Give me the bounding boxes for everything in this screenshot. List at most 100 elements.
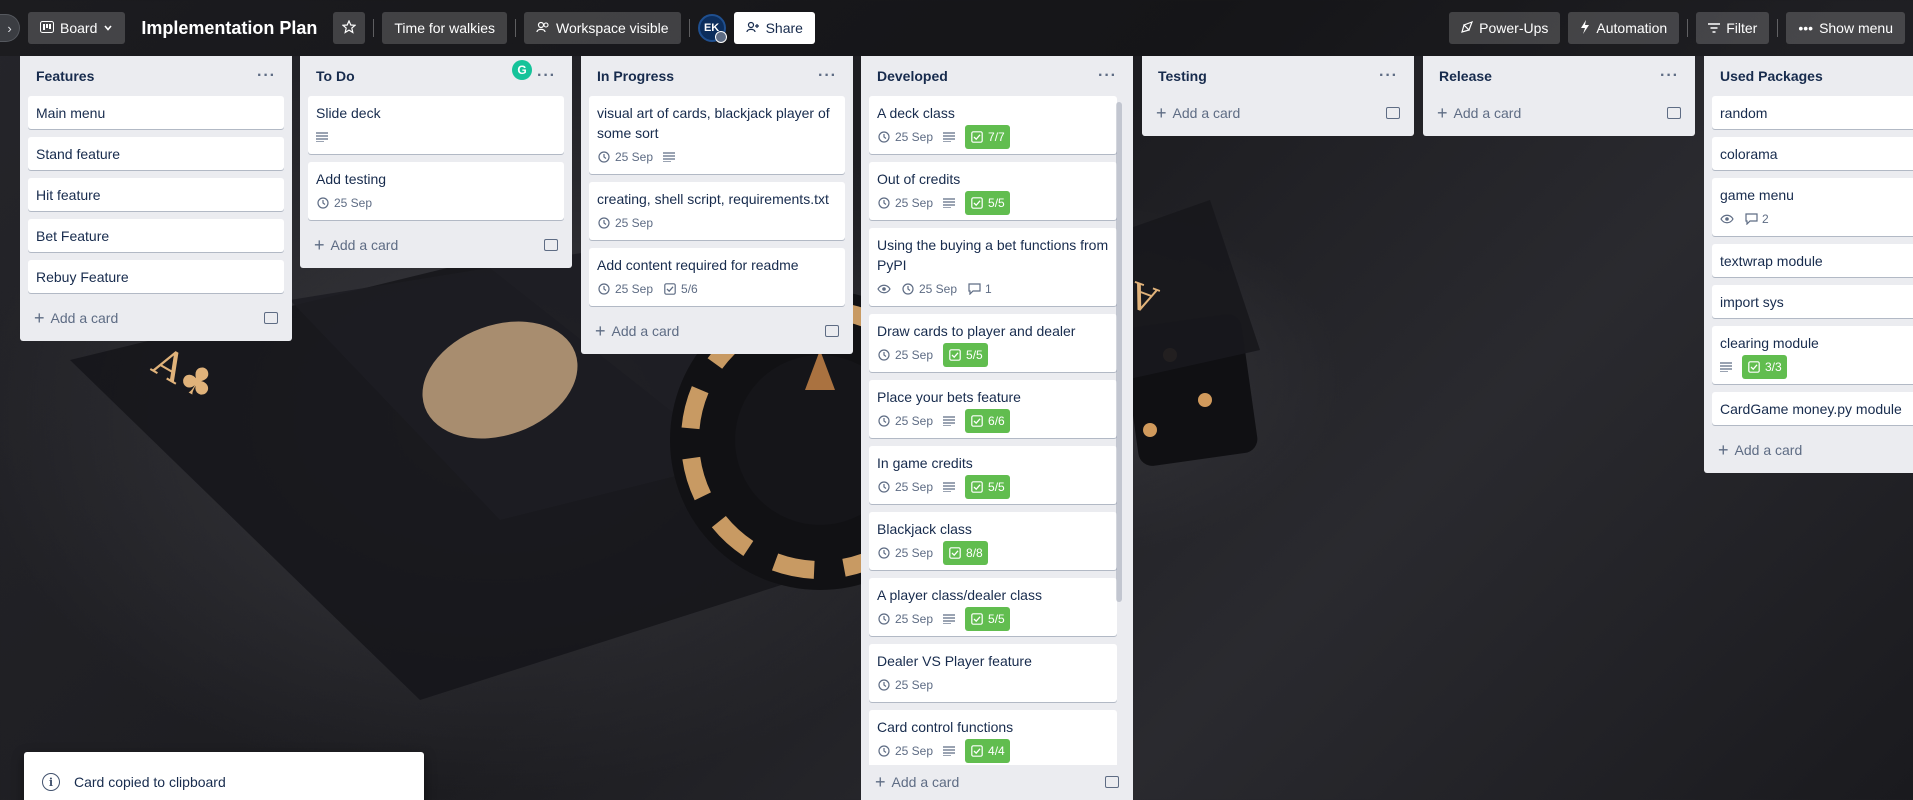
card-import-sys[interactable]: import sys [1712,285,1913,318]
comment-count: 1 [985,282,992,296]
grammarly-icon[interactable]: G [512,60,532,80]
add-card-button[interactable]: + Add a card [595,321,679,342]
card-colorama[interactable]: colorama [1712,137,1913,170]
more-icon[interactable]: ··· [1379,67,1398,85]
card-bet-feature[interactable]: Bet Feature [28,219,284,252]
add-card-button[interactable]: + Add a card [1437,103,1521,124]
admin-badge-icon [714,31,727,43]
add-card-button[interactable]: + Add a card [314,235,398,256]
more-icon[interactable]: ··· [818,67,837,85]
checklist-icon [970,130,984,144]
share-button[interactable]: Share [733,12,815,44]
card-badges: 25 Sep [597,212,837,234]
list-title[interactable]: Release [1439,68,1492,84]
card-game-menu[interactable]: game menu 2 [1712,178,1913,236]
card-add-content-required-for-readme[interactable]: Add content required for readme 25 Sep 5/6 [589,248,845,306]
add-card-button[interactable]: + Add a card [875,772,959,793]
filter-button[interactable]: Filter [1696,12,1770,44]
add-card-button[interactable]: + Add a card [1718,440,1802,461]
list-title[interactable]: In Progress [597,68,674,84]
card-out-of-credits[interactable]: Out of credits 25 Sep 5/5 [869,162,1117,220]
card-stand-feature[interactable]: Stand feature [28,137,284,170]
add-card-button[interactable]: + Add a card [34,308,118,329]
card-dealer-vs-player-feature[interactable]: Dealer VS Player feature 25 Sep [869,644,1117,702]
card-hit-feature[interactable]: Hit feature [28,178,284,211]
card-using-the-buying-a-bet-functions-from-pypi[interactable]: Using the buying a bet functions from Py… [869,228,1117,306]
create-from-template-icon[interactable] [1386,107,1400,119]
more-icon[interactable]: ··· [257,67,276,85]
create-from-template-icon[interactable] [1667,107,1681,119]
card-place-your-bets-feature[interactable]: Place your bets feature 25 Sep 6/6 [869,380,1117,438]
clock-icon [877,196,891,210]
workspace-button[interactable]: Time for walkies [382,12,508,44]
add-member-icon [745,20,760,36]
card-card-control-functions[interactable]: Card control functions 25 Sep 4/4 [869,710,1117,765]
due-date-badge[interactable]: 25 Sep [877,127,933,147]
card-title: CardGame money.py module [1720,401,1902,417]
due-date-badge[interactable]: 25 Sep [597,279,653,299]
add-card-row: + Add a card [1431,96,1687,130]
more-icon[interactable]: ··· [1660,67,1679,85]
due-date-badge[interactable]: 25 Sep [316,193,372,213]
more-icon[interactable]: ··· [537,67,556,85]
due-date-badge[interactable]: 25 Sep [597,147,653,167]
card-creating-shell-script-requirements-txt[interactable]: creating, shell script, requirements.txt… [589,182,845,240]
due-date-badge[interactable]: 25 Sep [877,675,933,695]
due-date-badge[interactable]: 25 Sep [877,543,933,563]
card-textwrap-module[interactable]: textwrap module [1712,244,1913,277]
card-badges: 25 Sep 5/5 [877,191,1109,215]
list-title[interactable]: Features [36,68,94,84]
list-title[interactable]: Developed [877,68,948,84]
automation-button[interactable]: Automation [1568,12,1680,44]
card-rebuy-feature[interactable]: Rebuy Feature [28,260,284,293]
card-main-menu[interactable]: Main menu [28,96,284,129]
add-card-button[interactable]: + Add a card [1156,103,1240,124]
sidebar-toggle-button[interactable]: › [0,14,20,42]
create-from-template-icon[interactable] [544,239,558,251]
star-button[interactable] [333,12,366,44]
create-from-template-icon[interactable] [264,312,278,324]
board-view-switcher[interactable]: Board [28,12,126,44]
power-ups-button[interactable]: Power-Ups [1449,12,1561,44]
create-from-template-icon[interactable] [825,325,839,337]
card-draw-cards-to-player-and-dealer[interactable]: Draw cards to player and dealer 25 Sep 5/5 [869,314,1117,372]
due-date-badge[interactable]: 25 Sep [877,411,933,431]
list-title[interactable]: Testing [1158,68,1207,84]
card-slide-deck[interactable]: Slide deck [308,96,564,154]
avatar[interactable]: EK [697,14,727,43]
card-visual-art-of-cards-blackjack-player-of-some-sort[interactable]: visual art of cards, blackjack player of… [589,96,845,174]
card-in-game-credits[interactable]: In game credits 25 Sep 5/5 [869,446,1117,504]
due-date-badge[interactable]: 25 Sep [877,609,933,629]
checklist-badge: 4/4 [965,739,1010,763]
more-icon[interactable]: ··· [1098,67,1117,85]
create-from-template-icon[interactable] [1105,776,1119,788]
card-cardgame-money-py-module[interactable]: CardGame money.py module [1712,392,1913,425]
list-title[interactable]: Used Packages [1720,68,1823,84]
checklist-count: 5/5 [988,612,1005,626]
card-badges: 25 Sep 5/5 [877,607,1109,631]
list-used-packages: Used Packages··· random colorama game menu 2… [1704,56,1913,473]
due-date-badge[interactable]: 25 Sep [877,477,933,497]
due-date-badge[interactable]: 25 Sep [901,279,957,299]
due-date-badge[interactable]: 25 Sep [597,213,653,233]
card-blackjack-class[interactable]: Blackjack class 25 Sep 8/8 [869,512,1117,570]
due-date: 25 Sep [615,150,654,164]
card-a-deck-class[interactable]: A deck class 25 Sep 7/7 [869,96,1117,154]
card-a-player-class-dealer-class[interactable]: A player class/dealer class 25 Sep 5/5 [869,578,1117,636]
clock-icon [901,282,915,296]
scrollbar[interactable] [1116,102,1122,602]
list-title[interactable]: To Do [316,68,355,84]
card-random[interactable]: random [1712,96,1913,129]
card-add-testing[interactable]: Add testing 25 Sep [308,162,564,220]
board-title[interactable]: Implementation Plan [133,18,325,39]
show-menu-button[interactable]: ••• Show menu [1786,12,1905,44]
due-date-badge[interactable]: 25 Sep [877,193,933,213]
visibility-button[interactable]: Workspace visible [524,12,681,44]
automation-label: Automation [1596,20,1668,36]
card-clearing-module[interactable]: clearing module 3/3 [1712,326,1913,384]
due-date-badge[interactable]: 25 Sep [877,741,933,761]
divider [373,19,375,37]
add-card-label: Add a card [330,237,399,253]
card-badges: 25 Sep 1 [877,278,1109,300]
due-date-badge[interactable]: 25 Sep [877,345,933,365]
